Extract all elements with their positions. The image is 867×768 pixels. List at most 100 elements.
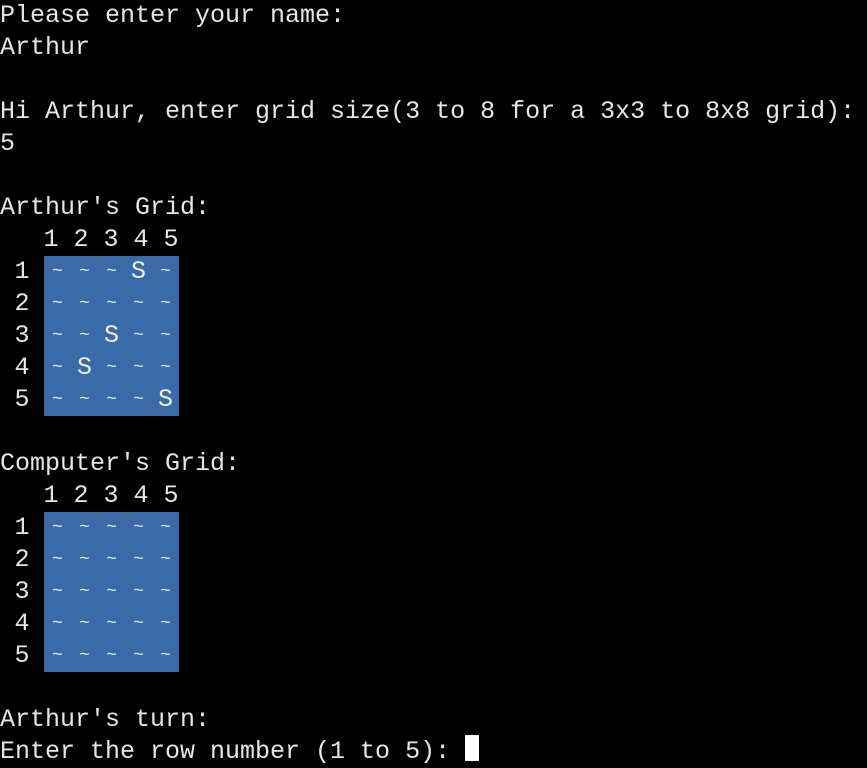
row-label: 4 xyxy=(14,609,30,638)
water-cell: ~ xyxy=(79,262,90,282)
column-label: 1 xyxy=(43,225,59,254)
water-cell: ~ xyxy=(160,358,171,378)
water-strip: ~ ~ ~ ~ ~ xyxy=(44,640,179,672)
water-cell: ~ xyxy=(79,390,90,410)
water-cell: ~ xyxy=(160,646,171,666)
water-strip: ~ ~ ~ ~ ~ xyxy=(44,288,179,320)
terminal-window[interactable]: Please enter your name: Arthur Hi Arthur… xyxy=(0,0,867,766)
water-cell: ~ xyxy=(133,582,144,602)
player-grid: 1 2 3 4 5 1 ~ ~ ~ S ~2 ~ ~ ~ ~ ~3 ~ ~ S ~ ~4 ~ S ~ ~ ~5 ~ ~ ~ ~ S xyxy=(0,224,200,416)
water-cell: ~ xyxy=(52,390,63,410)
water-cell: ~ xyxy=(106,294,117,314)
water-cell: ~ xyxy=(106,646,117,666)
grid-row: 5 ~ ~ ~ ~ S xyxy=(0,384,200,416)
ship-cell: S xyxy=(103,321,119,350)
grid-row: 1 ~ ~ ~ ~ ~ xyxy=(0,512,200,544)
computer-grid-title: Computer's Grid: xyxy=(0,449,241,478)
grid-row: 4 ~ ~ ~ ~ ~ xyxy=(0,608,200,640)
grid-row: 2 ~ ~ ~ ~ ~ xyxy=(0,288,200,320)
water-cell: ~ xyxy=(52,262,63,282)
water-cell: ~ xyxy=(106,550,117,570)
water-cell: ~ xyxy=(133,294,144,314)
water-cell: ~ xyxy=(79,550,90,570)
water-strip: ~ ~ ~ S ~ xyxy=(44,256,179,288)
water-cell: ~ xyxy=(160,262,171,282)
water-cell: ~ xyxy=(160,326,171,346)
water-cell: ~ xyxy=(52,294,63,314)
water-cell: ~ xyxy=(79,518,90,538)
water-cell: ~ xyxy=(79,582,90,602)
water-cell: ~ xyxy=(160,550,171,570)
water-cell: ~ xyxy=(52,550,63,570)
water-cell: ~ xyxy=(52,358,63,378)
water-cell: ~ xyxy=(133,646,144,666)
water-cell: ~ xyxy=(106,582,117,602)
water-strip: ~ ~ ~ ~ ~ xyxy=(44,512,179,544)
row-label: 3 xyxy=(14,577,30,606)
text-cursor[interactable] xyxy=(465,735,479,761)
name-input-echo: Arthur xyxy=(0,33,91,62)
water-cell: ~ xyxy=(106,518,117,538)
water-cell: ~ xyxy=(133,390,144,410)
water-cell: ~ xyxy=(79,614,90,634)
grid-row: 3 ~ ~ ~ ~ ~ xyxy=(0,576,200,608)
row-number-prompt: Enter the row number (1 to 5): xyxy=(0,737,466,766)
column-label: 5 xyxy=(163,481,179,510)
row-label: 3 xyxy=(14,321,30,350)
water-strip: ~ S ~ ~ ~ xyxy=(44,352,179,384)
water-cell: ~ xyxy=(106,614,117,634)
row-label: 5 xyxy=(14,385,30,414)
grid-row: 4 ~ S ~ ~ ~ xyxy=(0,352,200,384)
ship-cell: S xyxy=(76,353,92,382)
column-label: 3 xyxy=(103,481,119,510)
row-label: 5 xyxy=(14,641,30,670)
computer-grid: 1 2 3 4 5 1 ~ ~ ~ ~ ~2 ~ ~ ~ ~ ~3 ~ ~ ~ ~ ~4 ~ ~ ~ ~ ~5 ~ ~ ~ ~ ~ xyxy=(0,480,200,672)
water-cell: ~ xyxy=(52,614,63,634)
grid-row: 2 ~ ~ ~ ~ ~ xyxy=(0,544,200,576)
water-cell: ~ xyxy=(160,614,171,634)
column-label: 1 xyxy=(43,481,59,510)
turn-indicator: Arthur's turn: xyxy=(0,705,211,734)
water-cell: ~ xyxy=(133,358,144,378)
column-label: 4 xyxy=(133,481,149,510)
water-cell: ~ xyxy=(133,518,144,538)
ship-cell: S xyxy=(130,257,146,286)
water-cell: ~ xyxy=(133,326,144,346)
column-label: 2 xyxy=(73,481,89,510)
water-cell: ~ xyxy=(52,326,63,346)
water-cell: ~ xyxy=(106,262,117,282)
water-cell: ~ xyxy=(52,518,63,538)
water-strip: ~ ~ ~ ~ S xyxy=(44,384,179,416)
column-label: 2 xyxy=(73,225,89,254)
water-cell: ~ xyxy=(160,518,171,538)
column-label: 4 xyxy=(133,225,149,254)
water-cell: ~ xyxy=(52,582,63,602)
column-label: 5 xyxy=(163,225,179,254)
grid-row: 5 ~ ~ ~ ~ ~ xyxy=(0,640,200,672)
water-strip: ~ ~ ~ ~ ~ xyxy=(44,544,179,576)
water-cell: ~ xyxy=(79,326,90,346)
water-cell: ~ xyxy=(133,550,144,570)
ship-cell: S xyxy=(157,385,173,414)
water-strip: ~ ~ ~ ~ ~ xyxy=(44,608,179,640)
row-label: 4 xyxy=(14,353,30,382)
water-cell: ~ xyxy=(106,390,117,410)
row-label: 1 xyxy=(14,513,30,542)
water-cell: ~ xyxy=(160,582,171,602)
water-cell: ~ xyxy=(160,294,171,314)
water-cell: ~ xyxy=(52,646,63,666)
grid-row: 3 ~ ~ S ~ ~ xyxy=(0,320,200,352)
water-cell: ~ xyxy=(79,646,90,666)
player-grid-title: Arthur's Grid: xyxy=(0,193,211,222)
name-prompt: Please enter your name: xyxy=(0,1,346,30)
column-label: 3 xyxy=(103,225,119,254)
row-label: 2 xyxy=(14,545,30,574)
row-label: 2 xyxy=(14,289,30,318)
water-cell: ~ xyxy=(133,614,144,634)
row-label: 1 xyxy=(14,257,30,286)
water-cell: ~ xyxy=(79,294,90,314)
grid-size-input-echo: 5 xyxy=(0,129,16,158)
grid-row: 1 ~ ~ ~ S ~ xyxy=(0,256,200,288)
grid-size-prompt: Hi Arthur, enter grid size(3 to 8 for a … xyxy=(0,97,856,126)
water-cell: ~ xyxy=(106,358,117,378)
